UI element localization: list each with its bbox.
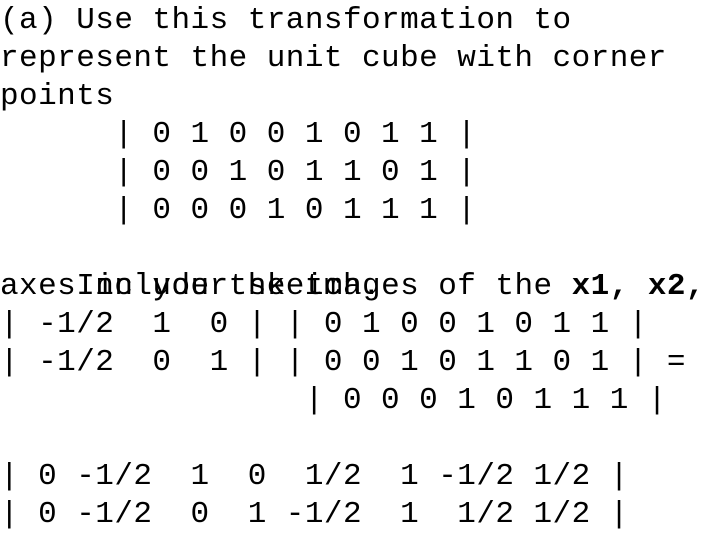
text-line-intro-3: points [0, 79, 115, 114]
equation-row-3: | 0 0 0 1 0 1 1 1 | [0, 383, 667, 418]
unit-cube-matrix-row-1: | 0 1 0 0 1 0 1 1 | [0, 117, 477, 152]
equation-row-1: | -1/2 1 0 | | 0 1 0 0 1 0 1 1 | [0, 307, 648, 342]
result-matrix-row-2: | 0 -1/2 0 1 -1/2 1 1/2 1/2 | [0, 497, 629, 532]
text-line-intro-1: (a) Use this transformation to [0, 3, 572, 38]
unit-cube-matrix-row-2: | 0 0 1 0 1 1 0 1 | [0, 155, 477, 190]
equation-row-2: | -1/2 0 1 | | 0 0 1 0 1 1 0 1 | = [0, 345, 686, 380]
axis-labels: x1, x2, x3 [571, 269, 705, 304]
text-line-include-axes: Include the images of the x1, x2, x3 [0, 230, 720, 304]
slide-canvas: (a) Use this transformation to represent… [0, 0, 720, 540]
unit-cube-matrix-row-3: | 0 0 0 1 0 1 1 1 | [0, 193, 477, 228]
result-matrix-row-1: | 0 -1/2 1 0 1/2 1 -1/2 1/2 | [0, 459, 629, 494]
text-line-intro-2: represent the unit cube with corner [0, 41, 667, 76]
